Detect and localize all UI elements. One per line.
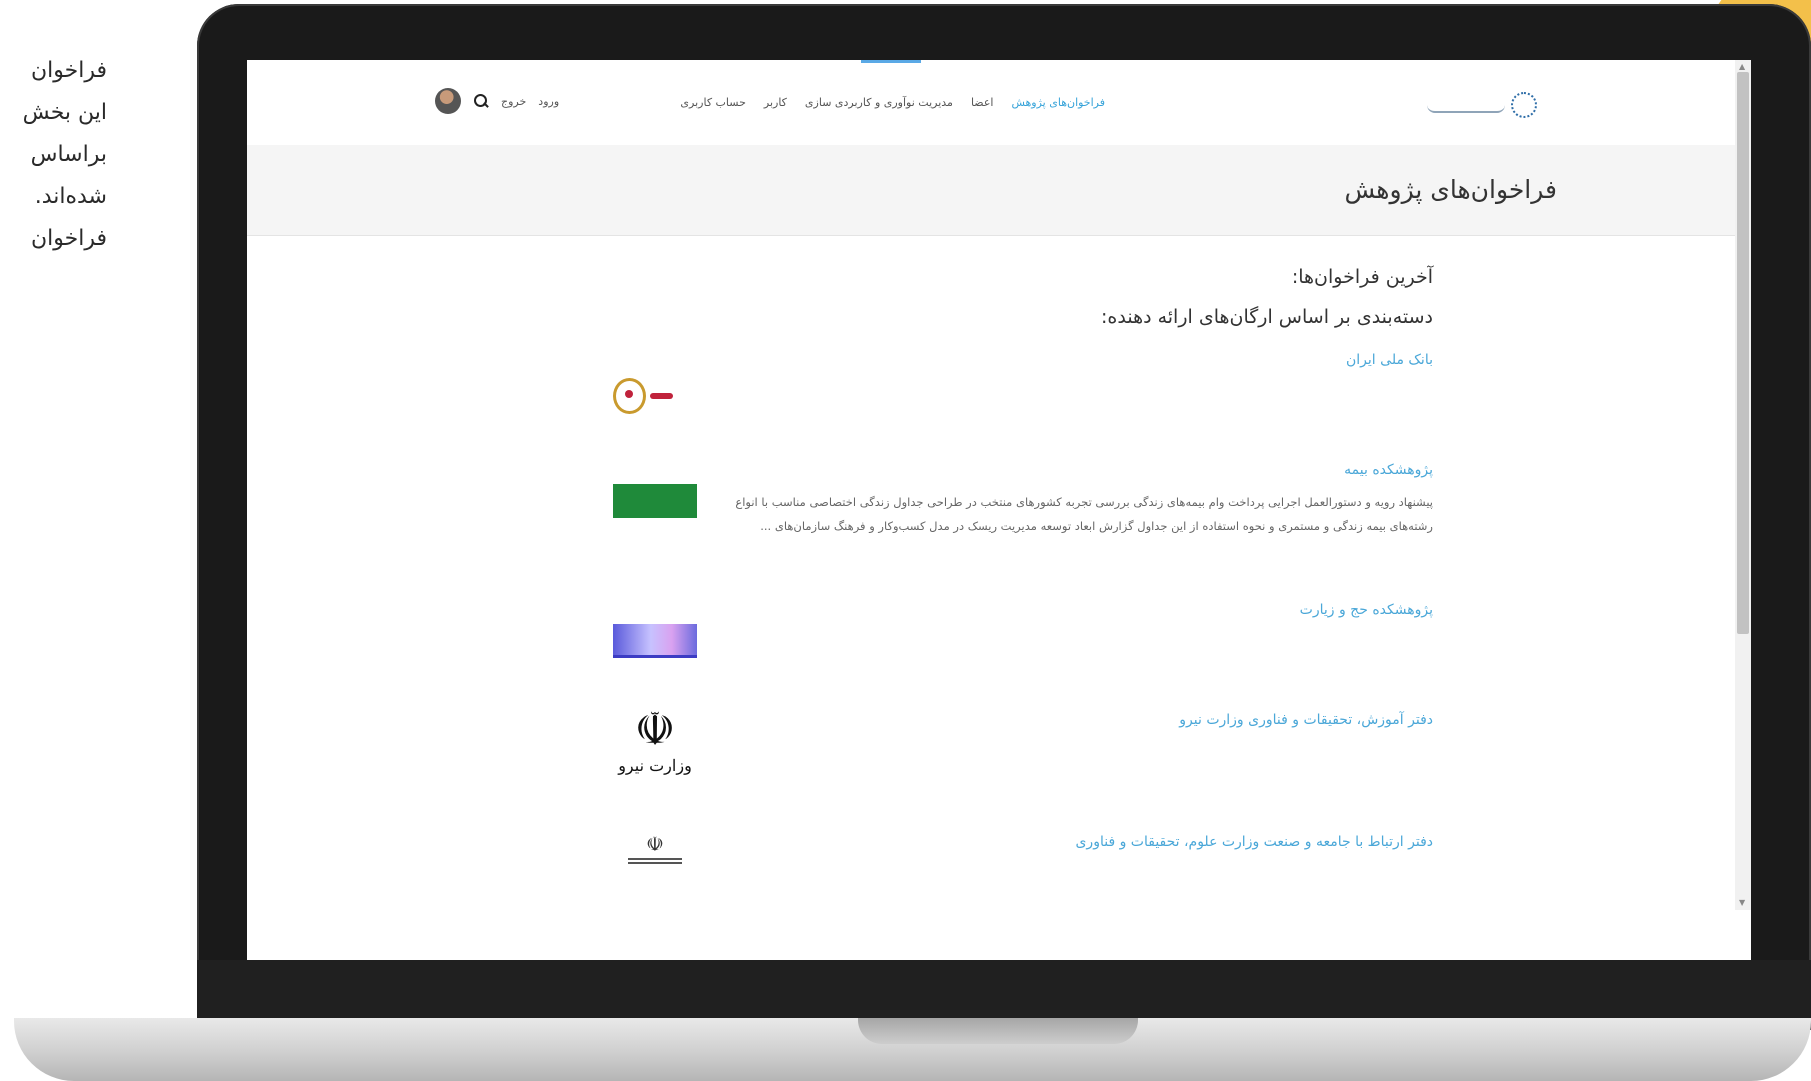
site-header: فراخوان‌های پژوهش اعضا مدیریت نوآوری و ک… [247, 60, 1735, 145]
logo-emblem-icon [1511, 92, 1537, 118]
group-heading: دسته‌بندی بر اساس ارگان‌های ارائه دهنده: [1101, 306, 1433, 328]
logo-caption: وزارت نیرو [618, 756, 692, 775]
nav-item-members[interactable]: اعضا [971, 96, 994, 109]
org-link[interactable]: پژوهشکده حج و زیارت [613, 602, 1433, 618]
org-item: بانک ملی ایران [613, 352, 1433, 414]
laptop-bezel [197, 960, 1811, 1022]
avatar[interactable] [435, 88, 461, 114]
scroll-down-icon[interactable]: ▼ [1739, 898, 1747, 907]
org-link[interactable]: پژوهشکده بیمه [613, 462, 1433, 478]
bank-emblem-icon [613, 378, 646, 414]
energy-ministry-logo[interactable]: ☫ وزارت نیرو [613, 702, 697, 792]
page-scrollbar[interactable]: ▲ ▼ [1735, 60, 1751, 910]
login-link[interactable]: ورود [538, 95, 559, 108]
side-caption-line: فراخوان [30, 226, 107, 251]
main-nav: فراخوان‌های پژوهش اعضا مدیریت نوآوری و ک… [680, 96, 1105, 109]
scrollbar-thumb[interactable] [1737, 72, 1749, 634]
org-item: پژوهشکده بیمه پیشنهاد رویه و دستورالعمل … [613, 462, 1433, 533]
insurance-institute-logo[interactable] [613, 484, 697, 518]
page-title-bar: فراخوان‌های پژوهش [247, 145, 1735, 236]
logo-text-mark [649, 393, 673, 399]
side-caption-line: براساس [30, 142, 107, 167]
org-link[interactable]: دفتر آموزش، تحقیقات و فناوری وزارت نیرو [613, 712, 1433, 728]
browser-screen: فراخوان‌های پژوهش اعضا مدیریت نوآوری و ک… [247, 60, 1751, 960]
org-item: دفتر ارتباط با جامعه و صنعت وزارت علوم، … [613, 832, 1433, 864]
nav-item-innovation[interactable]: مدیریت نوآوری و کاربردی سازی [805, 96, 953, 109]
emblem-icon: ☫ [646, 832, 664, 856]
logo-wordmark [1427, 97, 1505, 113]
side-caption-line: این بخش [22, 100, 107, 125]
emblem-icon: ☫ [634, 702, 676, 756]
org-link[interactable]: دفتر ارتباط با جامعه و صنعت وزارت علوم، … [613, 834, 1433, 850]
header-utility: ورود خروج [435, 87, 559, 115]
laptop-notch [858, 1018, 1138, 1044]
search-icon[interactable] [473, 93, 489, 109]
latest-calls-heading: آخرین فراخوان‌ها: [1291, 266, 1433, 288]
nav-item-research-calls[interactable]: فراخوان‌های پژوهش [1011, 96, 1105, 109]
logo-line [628, 858, 682, 860]
side-caption-line: شده‌اند. [34, 184, 107, 209]
org-item: پژوهشکده حج و زیارت [613, 602, 1433, 658]
active-indicator [861, 60, 921, 63]
side-caption: فراخوان این بخش براساس شده‌اند. فراخوان [0, 50, 107, 260]
logo-line [628, 862, 682, 864]
science-ministry-logo[interactable]: ☫ [613, 832, 697, 884]
nav-item-account[interactable]: حساب کاربری [680, 96, 745, 109]
scroll-up-icon[interactable]: ▲ [1739, 62, 1747, 71]
logout-link[interactable]: خروج [501, 95, 526, 108]
hajj-institute-logo[interactable] [613, 624, 697, 658]
bank-melli-logo[interactable] [613, 374, 673, 418]
site-logo[interactable] [1427, 92, 1537, 118]
org-description: پیشنهاد رویه و دستورالعمل اجرایی پرداخت … [735, 495, 1433, 533]
org-link[interactable]: بانک ملی ایران [613, 352, 1433, 368]
side-caption-line: فراخوان [30, 58, 107, 83]
page-title: فراخوان‌های پژوهش [1344, 175, 1557, 204]
nav-item-user[interactable]: کاربر [764, 96, 787, 109]
org-item: دفتر آموزش، تحقیقات و فناوری وزارت نیرو … [613, 702, 1433, 775]
